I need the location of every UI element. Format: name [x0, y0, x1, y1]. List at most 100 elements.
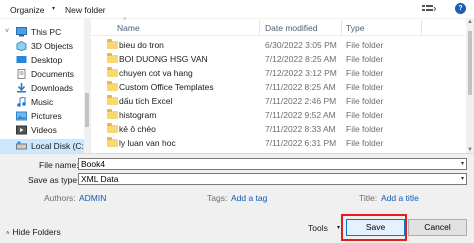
new-folder-button[interactable]: New folder	[65, 4, 106, 16]
folder-icon	[107, 39, 118, 49]
nav-item-this-pc[interactable]: ˅ This PC	[0, 25, 90, 39]
nav-item-videos[interactable]: Videos	[0, 123, 90, 137]
nav-item-downloads[interactable]: Downloads	[0, 81, 90, 95]
organize-button[interactable]: Organize	[10, 4, 45, 16]
list-item[interactable]: histogram 7/11/2022 9:52 AM File folder	[91, 108, 467, 122]
save-as-type-label: Save as type:	[28, 175, 80, 185]
scrollbar-thumb[interactable]	[85, 93, 89, 127]
title-label: Title:	[359, 193, 378, 203]
scrollbar-thumb[interactable]	[468, 31, 472, 95]
list-item[interactable]: chuyen cot va hang 7/12/2022 3:12 PM Fil…	[91, 66, 467, 80]
nav-item-label: 3D Objects	[31, 41, 74, 51]
view-options-icon[interactable]	[422, 4, 437, 14]
list-item[interactable]: BOI DUONG HSG VAN 7/12/2022 8:25 AM File…	[91, 52, 467, 66]
list-item[interactable]: kẻ ô chéo 7/11/2022 8:33 AM File folder	[91, 122, 467, 136]
file-name: chuyen cot va hang	[119, 68, 193, 78]
hide-folders-button[interactable]: ˄ Hide Folders	[6, 227, 61, 237]
file-type: File folder	[346, 110, 384, 120]
file-date: 7/11/2022 8:25 AM	[265, 82, 336, 92]
nav-item-desktop[interactable]: Desktop	[0, 53, 90, 67]
expand-icon[interactable]: ˅	[5, 25, 9, 39]
pc-icon	[16, 27, 27, 37]
drive-icon	[16, 141, 27, 151]
desktop-icon	[16, 55, 27, 65]
add-tag-link[interactable]: Add a tag	[231, 193, 267, 203]
scroll-up-icon[interactable]: ▲	[467, 19, 473, 25]
file-name: BOI DUONG HSG VAN	[119, 54, 208, 64]
nav-item-label: Local Disk (C:)	[31, 141, 87, 151]
column-header-date[interactable]: Date modified	[265, 23, 317, 33]
folder-icon	[107, 123, 118, 133]
file-date: 7/12/2022 8:25 AM	[265, 54, 337, 64]
folder-icon	[107, 109, 118, 119]
column-header-name[interactable]: Name	[117, 23, 140, 33]
file-type: File folder	[346, 82, 384, 92]
authors-value[interactable]: ADMIN	[79, 193, 106, 203]
file-name: bieu do tron	[119, 40, 164, 50]
file-list-scrollbar[interactable]: ▲ ▼	[466, 19, 474, 153]
column-divider[interactable]	[421, 20, 422, 35]
organize-dropdown-icon[interactable]: ▾	[52, 5, 55, 12]
hide-folders-label: Hide Folders	[12, 227, 61, 237]
tags-label: Tags:	[207, 193, 228, 203]
nav-item-music[interactable]: Music	[0, 95, 90, 109]
file-name: Custom Office Templates	[119, 82, 214, 92]
pictures-icon	[16, 111, 27, 121]
file-name: kẻ ô chéo	[119, 124, 156, 134]
toolbar: Organize ▾ New folder ?	[0, 0, 474, 19]
folder-icon	[107, 67, 118, 77]
nav-item-pictures[interactable]: Pictures	[0, 109, 90, 123]
folder-icon	[107, 53, 118, 63]
tools-dropdown-icon: ▾	[337, 225, 341, 231]
nav-item-label: Pictures	[31, 111, 62, 121]
nav-item-3d-objects[interactable]: 3D Objects	[0, 39, 90, 53]
file-type: File folder	[346, 54, 384, 64]
nav-item-label: Music	[31, 97, 54, 107]
file-type: File folder	[346, 40, 384, 50]
chevron-up-icon: ˄	[6, 231, 10, 237]
list-item[interactable]: ly luan van hoc 7/11/2022 6:31 PM File f…	[91, 136, 467, 150]
download-icon	[16, 83, 27, 93]
chevron-down-icon[interactable]: ▾	[461, 174, 464, 184]
videos-icon	[16, 125, 27, 135]
cancel-button[interactable]: Cancel	[408, 219, 467, 236]
file-date: 6/30/2022 3:05 PM	[265, 40, 337, 50]
column-header-type[interactable]: Type	[346, 23, 364, 33]
list-item[interactable]: bieu do tron 6/30/2022 3:05 PM File fold…	[91, 38, 467, 52]
tools-menu[interactable]: Tools ▾	[308, 223, 340, 233]
list-item[interactable]: Custom Office Templates 7/11/2022 8:25 A…	[91, 80, 467, 94]
highlight-box	[341, 214, 407, 241]
folder-icon	[107, 95, 118, 105]
tools-label: Tools	[308, 223, 328, 233]
file-name-value: Book4	[81, 159, 106, 169]
column-divider[interactable]	[341, 20, 342, 35]
file-date: 7/11/2022 2:46 PM	[265, 96, 337, 106]
file-type: File folder	[346, 68, 384, 78]
help-icon[interactable]: ?	[455, 3, 466, 14]
navigation-pane: ˅ This PC 3D Objects Desktop Documents D…	[0, 19, 90, 153]
nav-item-local-disk[interactable]: Local Disk (C:)	[0, 139, 90, 153]
save-form: File name: Book4 ▾ Save as type: XML Dat…	[0, 153, 474, 243]
folder-icon	[107, 137, 118, 147]
nav-item-documents[interactable]: Documents	[0, 67, 90, 81]
file-type: File folder	[346, 138, 384, 148]
file-name: histogram	[119, 110, 157, 120]
save-as-type-select[interactable]: XML Data ▾	[78, 173, 467, 185]
file-date: 7/11/2022 6:31 PM	[265, 138, 337, 148]
documents-icon	[16, 69, 27, 79]
column-headers: ˄ Name Date modified Type	[91, 17, 474, 36]
file-date: 7/11/2022 8:33 AM	[265, 124, 336, 134]
cube-icon	[16, 40, 27, 52]
authors-label: Authors:	[44, 193, 76, 203]
nav-item-label: This PC	[31, 27, 62, 37]
file-name-label: File name:	[39, 160, 79, 170]
column-divider[interactable]	[259, 20, 260, 35]
file-name-field[interactable]: Book4 ▾	[78, 158, 467, 170]
chevron-down-icon[interactable]: ▾	[461, 159, 464, 169]
save-as-type-value: XML Data	[81, 174, 119, 184]
list-item[interactable]: dấu tích Excel 7/11/2022 2:46 PM File fo…	[91, 94, 467, 108]
file-type: File folder	[346, 124, 384, 134]
nav-item-label: Desktop	[31, 55, 63, 65]
add-title-link[interactable]: Add a title	[381, 193, 419, 203]
nav-item-label: Downloads	[31, 83, 74, 93]
